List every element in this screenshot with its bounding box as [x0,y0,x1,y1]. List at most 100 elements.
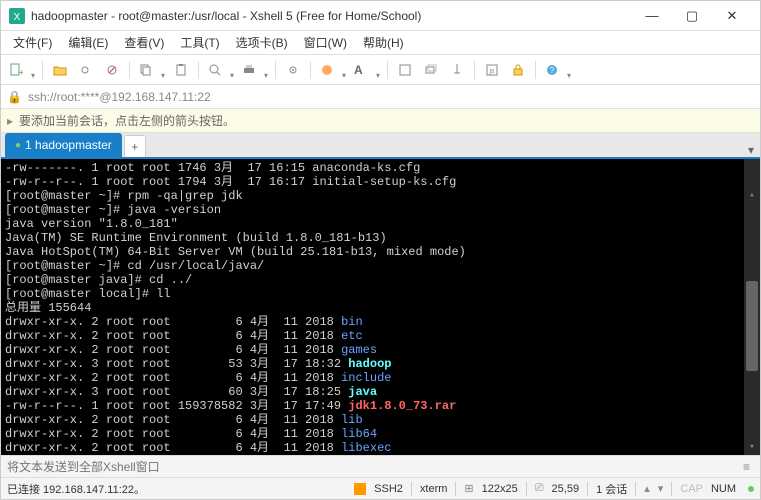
term-line: drwxr-xr-x. 2 root root 6 4月 11 2018 [5,371,341,385]
printer-icon [242,63,256,77]
help-button[interactable]: ? [541,58,573,82]
disconnect-button[interactable] [100,58,124,82]
arrow-add-icon[interactable]: ▸ [7,114,13,128]
term-line: -rw-------. 1 root root 1746 3月 17 16:15… [5,161,420,175]
close-button[interactable]: ✕ [712,1,752,31]
send-bar: ≡ [1,455,760,477]
lock-icon [511,63,525,77]
menu-help[interactable]: 帮助(H) [355,32,412,53]
svg-text:?: ? [550,66,555,75]
status-num: NUM [711,483,736,495]
tab-add-button[interactable]: + [124,135,146,157]
status-connection: 已连接 192.168.147.11:22。 [7,481,145,497]
find-button[interactable] [204,58,236,82]
term-line: Java HotSpot(TM) 64-Bit Server VM (build… [5,245,466,259]
menu-tabs[interactable]: 选项卡(B) [228,32,296,53]
color-button[interactable] [316,58,348,82]
dir-name: java [348,385,377,399]
term-line: java version "1.8.0_181" [5,217,178,231]
status-led-icon [748,486,754,492]
menu-edit[interactable]: 编辑(E) [60,32,116,53]
tab-hadoopmaster[interactable]: ● 1 hadoopmaster [5,133,122,157]
toolbar: + A js ? [1,55,760,85]
script-icon: js [485,63,499,77]
properties-button[interactable] [281,58,305,82]
palette-icon [320,63,334,77]
dir-name: lib64 [341,427,377,441]
status-size: 122x25 [482,483,518,495]
paste-icon [174,63,188,77]
copy-icon [139,63,153,77]
scroll-track[interactable] [744,175,760,439]
new-session-button[interactable]: + [5,58,37,82]
menubar: 文件(F) 编辑(E) 查看(V) 工具(T) 选项卡(B) 窗口(W) 帮助(… [1,31,760,55]
search-icon [208,63,222,77]
reconnect-button[interactable] [74,58,98,82]
transparent-button[interactable] [419,58,443,82]
open-button[interactable] [48,58,72,82]
term-line: [root@master ~]# java -version [5,203,221,217]
dir-name: hadoop [348,357,391,371]
term-line: drwxr-xr-x. 3 root root 60 3月 17 18:25 [5,385,348,399]
font-icon: A [354,63,363,77]
window-title: hadoopmaster - root@master:/usr/local - … [31,9,632,23]
cursor-pos-icon: ⎚ [535,482,544,495]
send-menu-icon[interactable]: ≡ [739,460,754,474]
link-icon [79,63,93,77]
expand-icon [398,63,412,77]
term-line: [root@master java]# cd ../ [5,273,192,287]
terminal[interactable]: -rw-------. 1 root root 1746 3月 17 16:15… [1,159,760,455]
menu-file[interactable]: 文件(F) [5,32,60,53]
menu-window[interactable]: 窗口(W) [296,32,355,53]
term-line: Java(TM) SE Runtime Environment (build 1… [5,231,387,245]
tip-bar: ▸ 要添加当前会话，点击左侧的箭头按钮。 [1,109,760,133]
terminal-scrollbar[interactable]: ▴ ▾ [744,159,760,455]
minimize-button[interactable]: — [632,1,672,31]
svg-text:js: js [488,68,495,75]
pin-icon [450,63,464,77]
term-line: -rw-r--r--. 1 root root 159378582 3月 17 … [5,399,348,413]
menu-tools[interactable]: 工具(T) [172,32,227,53]
gear-icon [286,63,300,77]
term-line: drwxr-xr-x. 2 root root 6 4月 11 2018 [5,315,341,329]
paste-button[interactable] [169,58,193,82]
term-line: drwxr-xr-x. 2 root root 6 4月 11 2018 [5,441,341,455]
lock-closed-icon: 🔒 [7,90,22,104]
chevron-up-icon[interactable]: ▴ [644,482,650,495]
svg-text:X: X [14,12,21,23]
folder-icon [53,63,67,77]
tab-label: 1 hadoopmaster [25,138,112,152]
dir-name: lib [341,413,363,427]
svg-text:+: + [19,68,23,77]
menu-view[interactable]: 查看(V) [116,32,172,53]
layers-icon [424,63,438,77]
copy-button[interactable] [135,58,167,82]
dir-name: libexec [341,441,391,455]
term-line: [root@master ~]# cd /usr/local/java/ [5,259,264,273]
scroll-thumb[interactable] [746,281,758,371]
term-line: [root@master local]# ll [5,287,171,301]
lock-button[interactable] [506,58,530,82]
print-button[interactable] [238,58,270,82]
term-line: drwxr-xr-x. 2 root root 6 4月 11 2018 [5,427,341,441]
titlebar: X hadoopmaster - root@master:/usr/local … [1,1,760,31]
chevron-down-icon[interactable]: ▾ [658,482,664,495]
term-line: [root@master ~]# rpm -qa|grep jdk [5,189,243,203]
scroll-down-icon[interactable]: ▾ [744,439,760,455]
tab-overflow-button[interactable]: ▾ [742,143,760,157]
broadcast-input[interactable] [7,460,739,474]
status-dot-icon: ● [15,140,21,151]
term-line: drwxr-xr-x. 2 root root 6 4月 11 2018 [5,343,341,357]
term-line: drwxr-xr-x. 2 root root 6 4月 11 2018 [5,329,341,343]
help-icon: ? [545,63,559,77]
term-line: drwxr-xr-x. 2 root root 6 4月 11 2018 [5,413,341,427]
script-button[interactable]: js [480,58,504,82]
fullscreen-button[interactable] [393,58,417,82]
address-text[interactable]: ssh://root:****@192.168.147.11:22 [28,90,211,104]
ontop-button[interactable] [445,58,469,82]
maximize-button[interactable]: ▢ [672,1,712,31]
file-name: jdk1.8.0_73.rar [348,399,456,413]
dir-name: games [341,343,377,357]
status-term: xterm [420,483,448,495]
font-button[interactable]: A [350,58,382,82]
